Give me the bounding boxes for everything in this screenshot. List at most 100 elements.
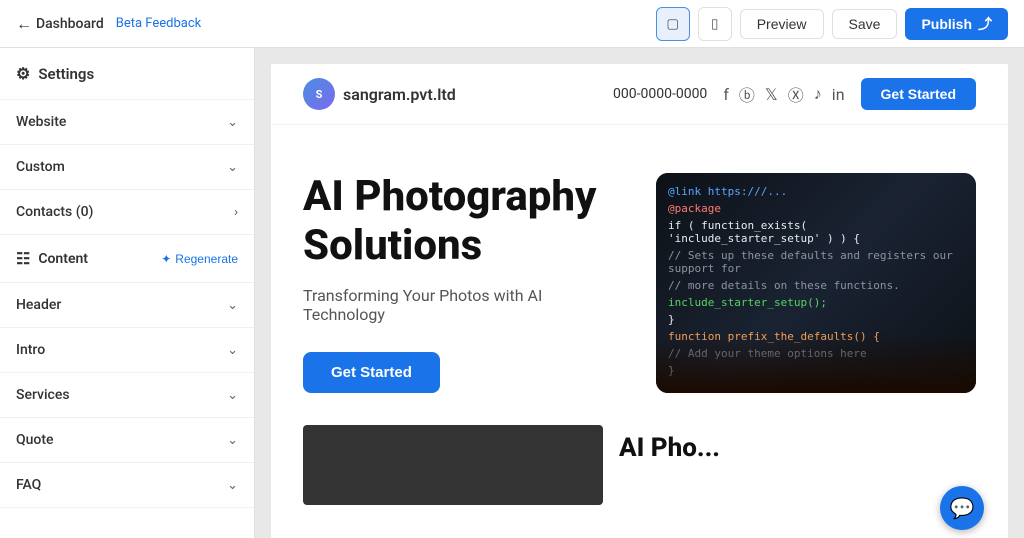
content-title: ☷ Content — [16, 249, 88, 268]
website-preview: S sangram.pvt.ltd 000-0000-0000 f ⓑ 𝕏 Ⓧ … — [271, 64, 1008, 538]
bottom-text-preview: AI Pho... — [619, 425, 976, 463]
chevron-down-icon: ⌄ — [227, 343, 238, 358]
desktop-view-button[interactable]: ▢ — [656, 7, 690, 41]
beta-feedback-link[interactable]: Beta Feedback — [116, 16, 201, 31]
settings-header: ⚙ Settings — [0, 48, 254, 100]
accordion-custom-header[interactable]: Custom ⌄ — [0, 145, 254, 189]
accordion-quote: Quote ⌄ — [0, 418, 254, 463]
site-name: sangram.pvt.ltd — [343, 85, 456, 104]
chevron-down-icon: ⌄ — [227, 433, 238, 448]
site-get-started-button[interactable]: Get Started — [861, 78, 976, 110]
back-button[interactable]: ← Dashboard — [16, 14, 104, 34]
instagram-icon[interactable]: ⓑ — [739, 82, 755, 106]
back-arrow-icon: ← — [16, 14, 32, 34]
mobile-view-button[interactable]: ▯ — [698, 7, 732, 41]
hero-subtitle: Transforming Your Photos with AI Technol… — [303, 286, 616, 324]
topbar-left: ← Dashboard Beta Feedback — [16, 14, 201, 34]
main-content: S sangram.pvt.ltd 000-0000-0000 f ⓑ 𝕏 Ⓧ … — [255, 48, 1024, 538]
accordion-faq-header[interactable]: FAQ ⌄ — [0, 463, 254, 507]
accordion-faq-label: FAQ — [16, 477, 41, 493]
bottom-image-placeholder — [303, 425, 603, 505]
chevron-down-icon: ⌄ — [227, 388, 238, 403]
hero-cta-button[interactable]: Get Started — [303, 352, 440, 393]
content-icon: ☷ — [16, 249, 30, 268]
code-line-4: // Sets up these defaults and registers … — [668, 249, 964, 275]
hero-title: AI Photography Solutions — [303, 173, 616, 270]
hero-image: @link https:///... @package if ( functio… — [656, 173, 976, 393]
content-section-header: ☷ Content ✦ Regenerate — [0, 235, 254, 283]
accordion-faq: FAQ ⌄ — [0, 463, 254, 508]
accordion-contacts: Contacts (0) › — [0, 190, 254, 235]
logo-image: S — [303, 78, 335, 110]
bottom-preview: AI Pho... — [271, 425, 1008, 529]
social-icons: f ⓑ 𝕏 Ⓧ ♪ in — [723, 82, 844, 106]
save-button[interactable]: Save — [832, 9, 898, 39]
linkedin-icon[interactable]: in — [832, 85, 845, 104]
code-line-5: // more details on these functions. — [668, 279, 964, 292]
accordion-intro: Intro ⌄ — [0, 328, 254, 373]
regenerate-button[interactable]: ✦ Regenerate — [161, 252, 238, 266]
hero-title-line1: AI Photography — [303, 172, 596, 221]
chevron-down-icon: ⌄ — [227, 115, 238, 130]
sparkle-icon: ✦ — [161, 252, 171, 266]
regenerate-label: Regenerate — [175, 252, 238, 266]
publish-icon: ⤴ — [978, 14, 992, 34]
preview-button[interactable]: Preview — [740, 9, 824, 39]
accordion-quote-label: Quote — [16, 432, 54, 448]
pinterest-icon[interactable]: Ⓧ — [788, 82, 804, 106]
main-layout: ⚙ Settings Website ⌄ Custom ⌄ Contacts (… — [0, 48, 1024, 538]
accordion-services: Services ⌄ — [0, 373, 254, 418]
chevron-right-icon: › — [234, 205, 238, 220]
chevron-down-icon: ⌄ — [227, 298, 238, 313]
keyboard-gradient — [656, 333, 976, 393]
twitter-icon[interactable]: 𝕏 — [765, 85, 778, 104]
settings-label: Settings — [38, 65, 94, 83]
code-background: @link https:///... @package if ( functio… — [656, 173, 976, 393]
hero-text: AI Photography Solutions Transforming Yo… — [303, 173, 616, 393]
accordion-contacts-label: Contacts (0) — [16, 204, 93, 220]
chevron-down-icon: ⌄ — [227, 160, 238, 175]
desktop-icon: ▢ — [666, 16, 679, 32]
facebook-icon[interactable]: f — [723, 85, 729, 104]
accordion-website-label: Website — [16, 114, 66, 130]
accordion-quote-header[interactable]: Quote ⌄ — [0, 418, 254, 462]
accordion-custom-label: Custom — [16, 159, 65, 175]
accordion-website-header[interactable]: Website ⌄ — [0, 100, 254, 144]
mobile-icon: ▯ — [711, 16, 718, 32]
accordion-custom: Custom ⌄ — [0, 145, 254, 190]
chevron-down-icon: ⌄ — [227, 478, 238, 493]
publish-button[interactable]: Publish ⤴ — [905, 8, 1008, 40]
accordion-website: Website ⌄ — [0, 100, 254, 145]
code-line-1: @link https:///... — [668, 185, 964, 198]
hero-section: AI Photography Solutions Transforming Yo… — [271, 125, 1008, 425]
logo-initials: S — [316, 88, 323, 101]
accordion-contacts-header[interactable]: Contacts (0) › — [0, 190, 254, 234]
accordion-services-header[interactable]: Services ⌄ — [0, 373, 254, 417]
code-line-3: if ( function_exists( 'include_starter_s… — [668, 219, 964, 245]
chat-button[interactable]: 💬 — [940, 486, 984, 530]
publish-label: Publish — [921, 16, 972, 32]
accordion-header: Header ⌄ — [0, 283, 254, 328]
code-line-2: @package — [668, 202, 964, 215]
accordion-header-header[interactable]: Header ⌄ — [0, 283, 254, 327]
code-line-7: } — [668, 313, 964, 326]
bottom-heading: AI Pho... — [619, 433, 976, 463]
tiktok-icon[interactable]: ♪ — [814, 84, 822, 104]
accordion-intro-header[interactable]: Intro ⌄ — [0, 328, 254, 372]
sidebar: ⚙ Settings Website ⌄ Custom ⌄ Contacts (… — [0, 48, 255, 538]
accordion-header-label: Header — [16, 297, 61, 313]
gear-icon: ⚙ — [16, 64, 30, 83]
code-line-6: include_starter_setup(); — [668, 296, 964, 309]
topbar: ← Dashboard Beta Feedback ▢ ▯ Preview Sa… — [0, 0, 1024, 48]
topbar-right: ▢ ▯ Preview Save Publish ⤴ — [656, 7, 1008, 41]
site-logo: S sangram.pvt.ltd — [303, 78, 456, 110]
site-header: S sangram.pvt.ltd 000-0000-0000 f ⓑ 𝕏 Ⓧ … — [271, 64, 1008, 125]
back-label: Dashboard — [36, 16, 104, 32]
site-phone: 000-0000-0000 — [613, 86, 707, 102]
chat-icon: 💬 — [950, 496, 975, 520]
accordion-intro-label: Intro — [16, 342, 45, 358]
site-nav: 000-0000-0000 f ⓑ 𝕏 Ⓧ ♪ in Get Started — [613, 78, 976, 110]
content-label: Content — [38, 251, 88, 267]
accordion-services-label: Services — [16, 387, 70, 403]
hero-title-line2: Solutions — [303, 221, 482, 270]
